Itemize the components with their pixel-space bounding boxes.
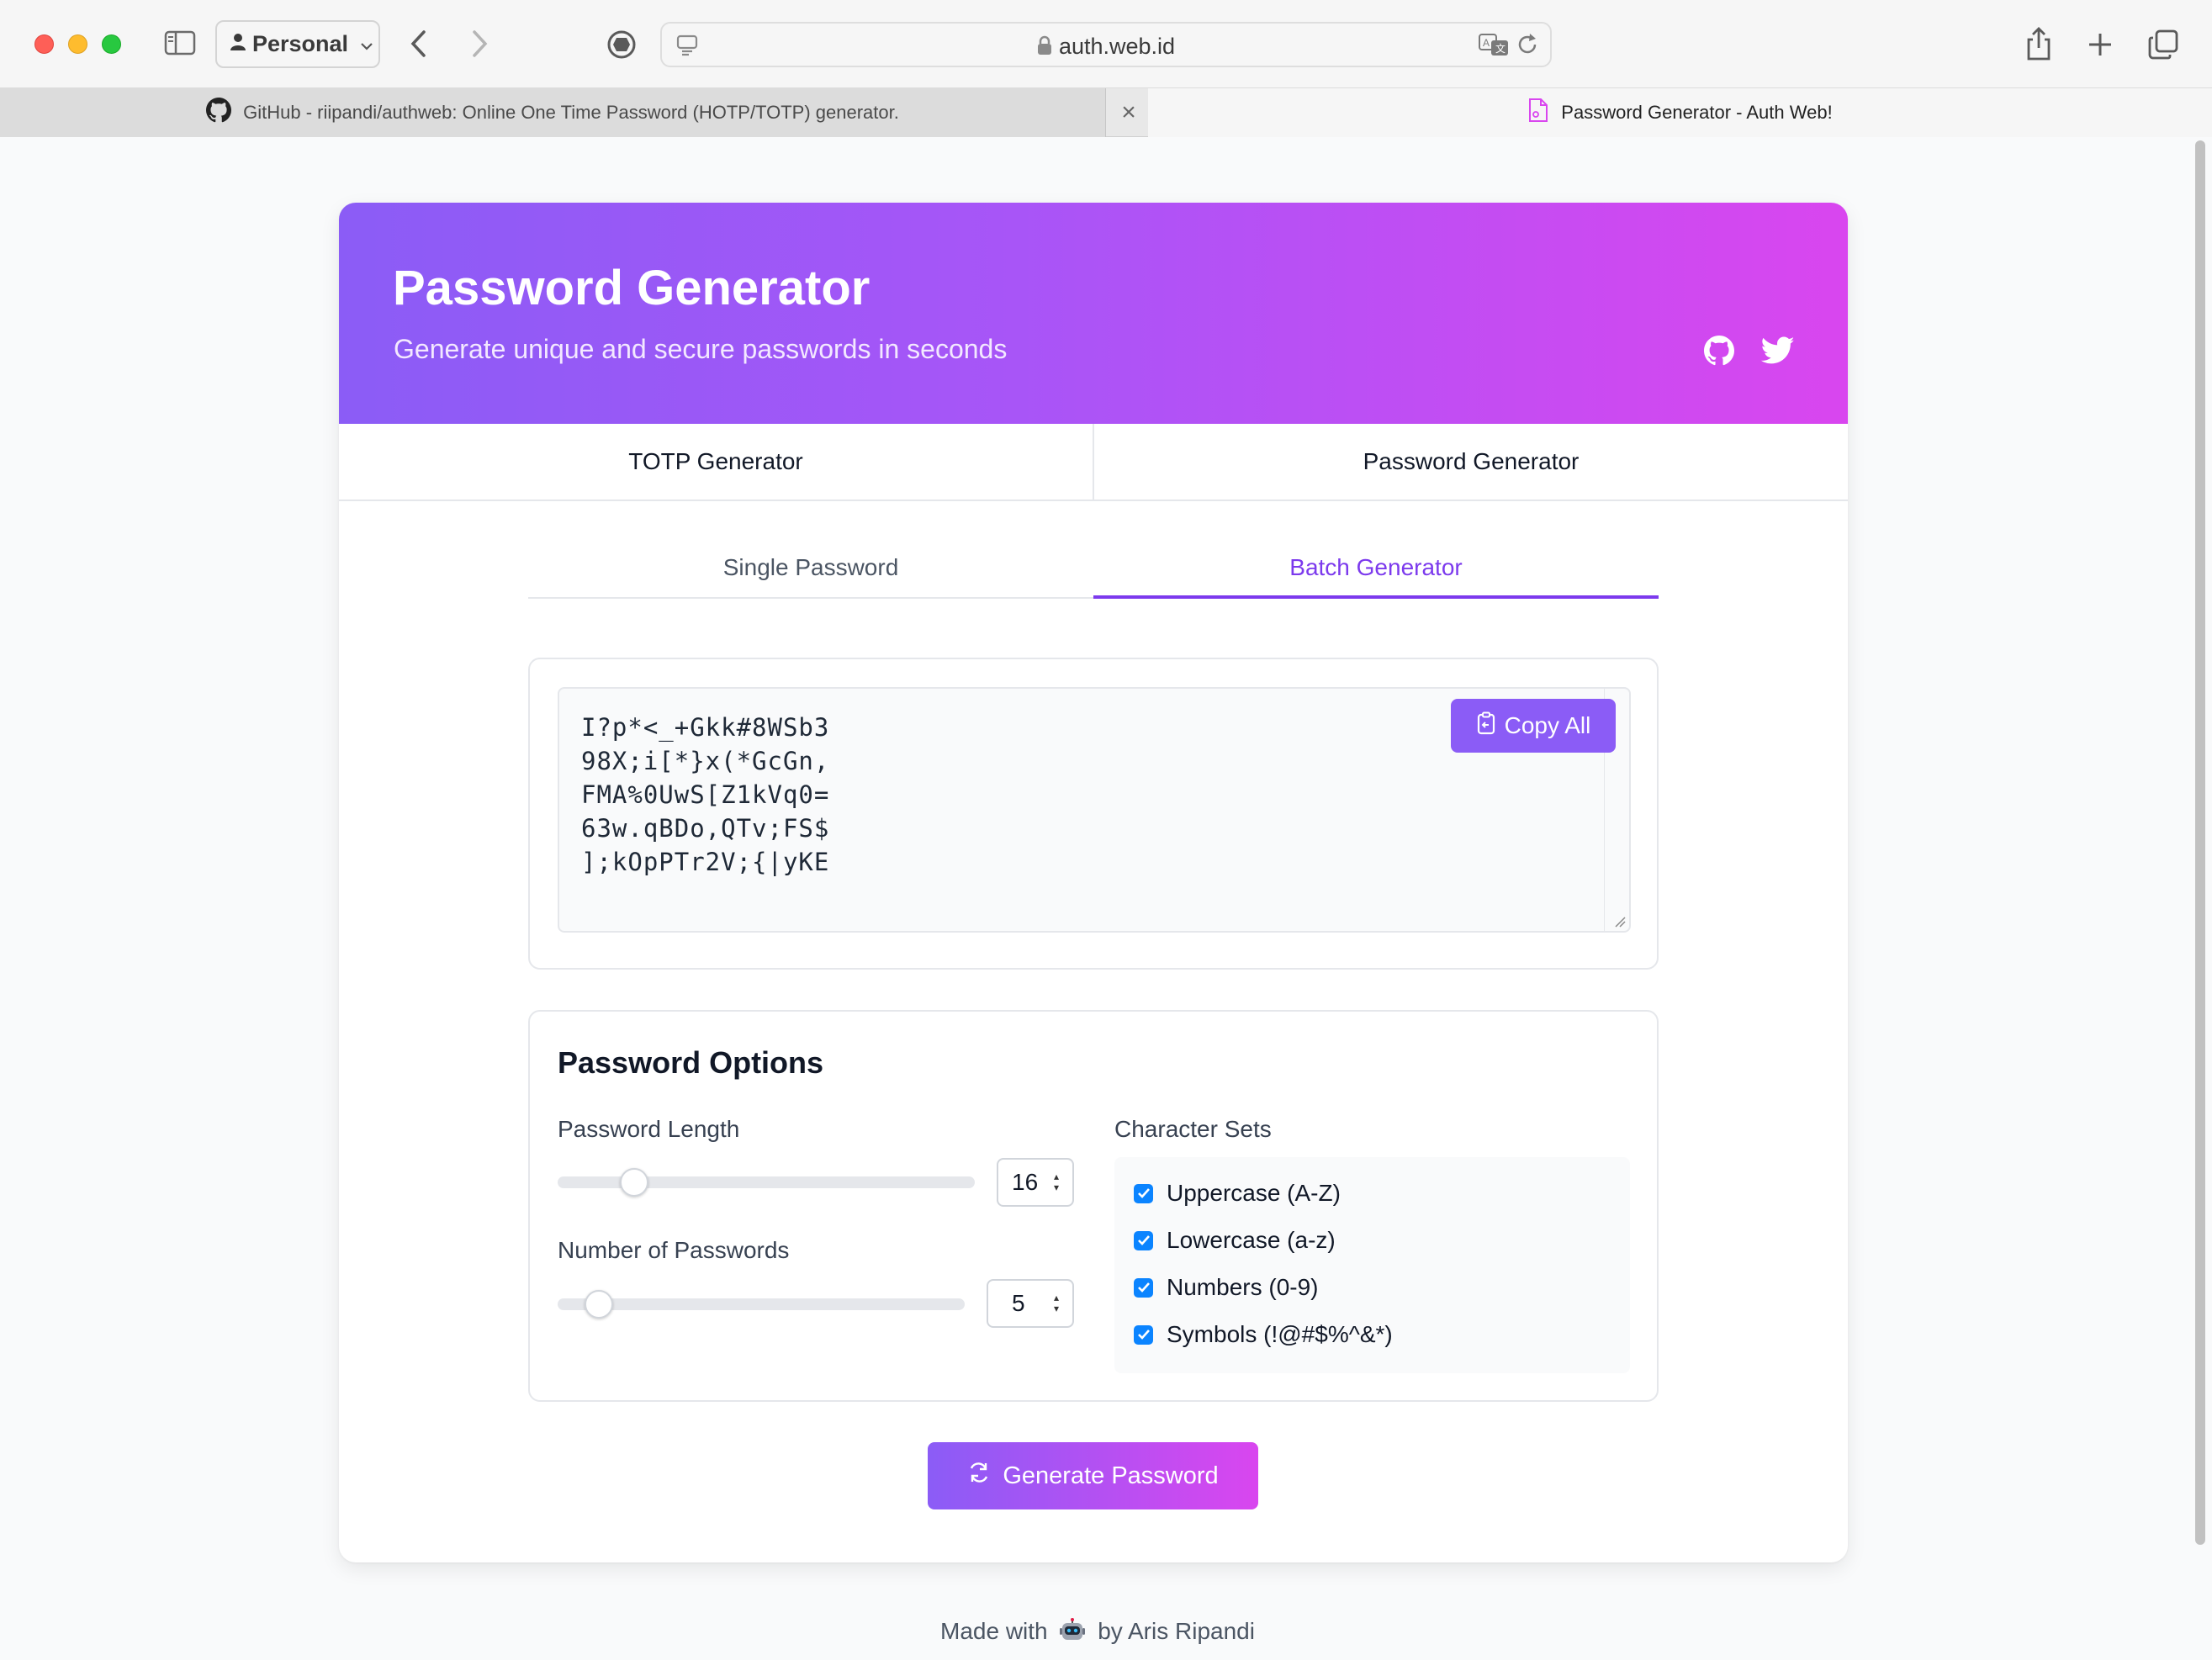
scrollbar-thumb[interactable] bbox=[2195, 140, 2205, 1545]
svg-text:A: A bbox=[1483, 37, 1490, 49]
charset-label: Numbers (0-9) bbox=[1167, 1274, 1319, 1300]
robot-icon bbox=[1059, 1618, 1086, 1643]
password-line: FMA%0UwS[Z1kVq0= bbox=[581, 780, 830, 809]
number-of-passwords-input[interactable]: 5 ▴ ▾ bbox=[987, 1279, 1074, 1328]
browser-tab-github[interactable]: GitHub - riipandi/authweb: Online One Ti… bbox=[0, 88, 1106, 137]
page-content: Password Generator Generate unique and s… bbox=[0, 137, 2195, 1660]
generate-password-label: Generate Password bbox=[1003, 1462, 1219, 1489]
share-icon[interactable] bbox=[2022, 24, 2056, 64]
sidebar-toggle-icon[interactable] bbox=[163, 29, 197, 57]
back-arrow-icon[interactable] bbox=[402, 27, 436, 61]
address-bar[interactable]: auth.web.id A文 bbox=[660, 22, 1552, 67]
hero-header: Password Generator Generate unique and s… bbox=[339, 203, 1848, 424]
tab-totp-generator[interactable]: TOTP Generator bbox=[339, 424, 1093, 500]
forward-arrow-icon[interactable] bbox=[463, 27, 496, 61]
charset-lowercase[interactable]: Lowercase (a-z) bbox=[1134, 1224, 1336, 1257]
page-subtitle: Generate unique and secure passwords in … bbox=[394, 334, 1008, 364]
password-length-input[interactable]: 16 ▴ ▾ bbox=[997, 1158, 1074, 1207]
generate-password-button[interactable]: Generate Password bbox=[928, 1442, 1258, 1509]
charset-numbers[interactable]: Numbers (0-9) bbox=[1134, 1271, 1318, 1304]
translate-icon[interactable]: A文 bbox=[1478, 32, 1510, 61]
checkbox-checked-icon[interactable] bbox=[1134, 1183, 1153, 1203]
checkbox-checked-icon[interactable] bbox=[1134, 1324, 1153, 1345]
refresh-icon bbox=[967, 1461, 991, 1491]
copy-all-label: Copy All bbox=[1504, 712, 1591, 738]
number-of-passwords-label: Number of Passwords bbox=[558, 1237, 790, 1263]
minimize-window-button[interactable] bbox=[68, 34, 87, 54]
number-of-passwords-value: 5 bbox=[1012, 1290, 1025, 1316]
passwords-textarea[interactable]: I?p*<_+Gkk#8WSb3 98X;i[*}x(*GcGn, FMA%0U… bbox=[558, 687, 1631, 933]
twitter-icon[interactable] bbox=[1760, 333, 1796, 368]
browser-toolbar: Personal auth.web.id A文 bbox=[0, 0, 2212, 88]
person-icon bbox=[230, 31, 246, 57]
copy-all-button[interactable]: Copy All bbox=[1451, 699, 1616, 753]
password-line: ];kOpPTr2V;{|yKE bbox=[581, 848, 830, 876]
password-line: 63w.qBDo,QTv;FS$ bbox=[581, 814, 830, 843]
footer: Made with by Aris Ripandi bbox=[0, 1618, 2195, 1645]
tab-overview-icon[interactable] bbox=[2145, 27, 2182, 62]
footer-suffix: by Aris Ripandi bbox=[1098, 1618, 1255, 1644]
tab-password-generator[interactable]: Password Generator bbox=[1093, 424, 1848, 500]
password-line: 98X;i[*}x(*GcGn, bbox=[581, 747, 830, 775]
reload-icon[interactable] bbox=[1515, 32, 1540, 61]
slider-thumb[interactable] bbox=[584, 1290, 613, 1319]
url-label: auth.web.id bbox=[1058, 34, 1176, 59]
profile-button[interactable]: Personal bbox=[215, 20, 380, 68]
github-icon[interactable] bbox=[1701, 333, 1737, 368]
charset-label: Lowercase (a-z) bbox=[1167, 1227, 1336, 1253]
profile-label: Personal bbox=[252, 31, 349, 56]
slider-thumb[interactable] bbox=[619, 1168, 648, 1197]
options-title: Password Options bbox=[558, 1045, 824, 1080]
password-length-label: Password Length bbox=[558, 1116, 740, 1142]
password-list: I?p*<_+Gkk#8WSb3 98X;i[*}x(*GcGn, FMA%0U… bbox=[581, 711, 829, 879]
plus-icon[interactable] bbox=[2082, 27, 2118, 62]
tab-single-password[interactable]: Single Password bbox=[528, 539, 1093, 597]
close-window-button[interactable] bbox=[34, 34, 54, 54]
lock-icon bbox=[1037, 35, 1052, 61]
checkbox-checked-icon[interactable] bbox=[1134, 1277, 1153, 1298]
tab-batch-generator[interactable]: Batch Generator bbox=[1093, 539, 1659, 599]
page-scrollbar[interactable] bbox=[2191, 137, 2209, 1660]
output-card: I?p*<_+Gkk#8WSb3 98X;i[*}x(*GcGn, FMA%0U… bbox=[528, 658, 1659, 970]
checkbox-checked-icon[interactable] bbox=[1134, 1230, 1153, 1250]
footer-prefix: Made with bbox=[940, 1618, 1048, 1644]
document-icon bbox=[1527, 98, 1549, 128]
resize-grip-icon[interactable] bbox=[1612, 914, 1626, 928]
charset-label: Symbols (!@#$%^&*) bbox=[1167, 1321, 1393, 1347]
privacy-shield-icon[interactable] bbox=[604, 27, 639, 62]
password-length-value: 16 bbox=[1012, 1169, 1039, 1195]
chevron-down-icon bbox=[360, 31, 373, 57]
clipboard-icon bbox=[1476, 711, 1496, 741]
charset-symbols[interactable]: Symbols (!@#$%^&*) bbox=[1134, 1318, 1393, 1351]
page-title: Password Generator bbox=[393, 261, 871, 315]
stepper-arrows-icon[interactable]: ▴ ▾ bbox=[1050, 1293, 1062, 1316]
url-text: auth.web.id bbox=[662, 34, 1550, 61]
character-sets-panel: Uppercase (A-Z) Lowercase (a-z) Numbers … bbox=[1114, 1157, 1630, 1373]
password-options-card: Password Options Password Length 16 ▴ ▾ N… bbox=[528, 1010, 1659, 1402]
charset-uppercase[interactable]: Uppercase (A-Z) bbox=[1134, 1176, 1341, 1210]
password-line: I?p*<_+Gkk#8WSb3 bbox=[581, 713, 830, 742]
close-tab-icon[interactable]: × bbox=[1114, 88, 1144, 137]
svg-text:文: 文 bbox=[1495, 42, 1506, 55]
password-length-slider[interactable] bbox=[558, 1168, 975, 1197]
browser-tab-password-generator[interactable]: Password Generator - Auth Web! bbox=[1148, 88, 2212, 137]
maximize-window-button[interactable] bbox=[102, 34, 121, 54]
stepper-arrows-icon[interactable]: ▴ ▾ bbox=[1050, 1171, 1062, 1195]
number-of-passwords-slider[interactable] bbox=[558, 1290, 965, 1319]
main-tabs: TOTP Generator Password Generator bbox=[339, 424, 1848, 501]
mode-tabs: Single Password Batch Generator bbox=[528, 539, 1659, 599]
generator-card: Password Generator Generate unique and s… bbox=[339, 203, 1848, 1562]
tab-title: Password Generator - Auth Web! bbox=[1561, 102, 1833, 123]
github-icon bbox=[206, 98, 232, 128]
tab-title: GitHub - riipandi/authweb: Online One Ti… bbox=[243, 102, 899, 123]
tab-bar: GitHub - riipandi/authweb: Online One Ti… bbox=[0, 88, 2212, 137]
charset-label: Uppercase (A-Z) bbox=[1167, 1180, 1341, 1206]
character-sets-label: Character Sets bbox=[1114, 1116, 1272, 1142]
